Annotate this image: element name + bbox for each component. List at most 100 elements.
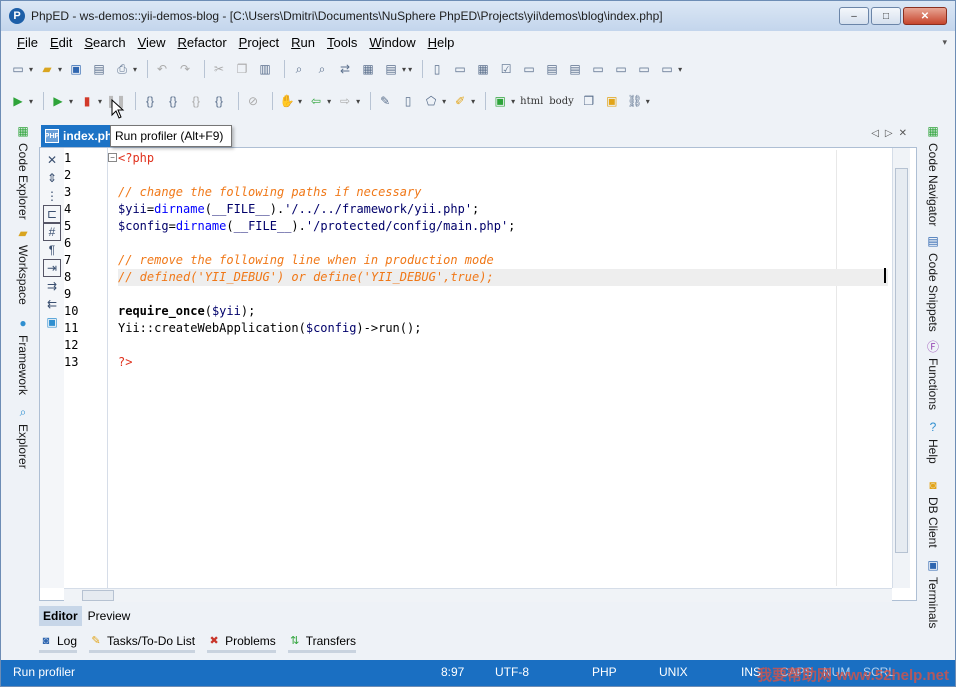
find-icon[interactable]: ⌕ xyxy=(290,60,308,78)
code-line[interactable]: // change the following paths if necessa… xyxy=(118,184,421,201)
shape-dropdown-icon[interactable]: ▾ xyxy=(442,97,446,106)
tab-functions[interactable]: Ⓕ Functions xyxy=(925,338,941,411)
display-icon[interactable]: ▣ xyxy=(43,313,61,331)
code-line[interactable]: Yii::createWebApplication($config)->run(… xyxy=(118,320,421,337)
back-arrow-icon[interactable]: ⇦ xyxy=(307,92,325,110)
step-into-icon[interactable]: {} xyxy=(141,92,159,110)
html-tag-button[interactable]: html xyxy=(520,96,543,107)
stop-icon[interactable]: ⊘ xyxy=(244,92,262,110)
toolbar-overflow-icon[interactable]: ▾ xyxy=(511,97,515,106)
html-textbox-icon[interactable]: ▭ xyxy=(612,60,630,78)
menu-file[interactable]: File xyxy=(17,35,38,50)
copy-doc-icon[interactable]: ❐ xyxy=(580,92,598,110)
tab-log[interactable]: ◙ Log xyxy=(39,634,78,653)
toolbar-overflow-icon[interactable]: ▾ xyxy=(298,97,302,106)
new-file-icon[interactable]: ▭ xyxy=(9,60,27,78)
file-tab-index-php[interactable]: PHP index.ph xyxy=(41,125,115,147)
open-dropdown-icon[interactable]: ▾ xyxy=(58,65,62,74)
tab-navigation-icons[interactable]: ◁▷✕ xyxy=(871,128,913,139)
tab-transfers[interactable]: ⇅ Transfers xyxy=(287,634,356,653)
encoding-indicator[interactable]: UTF-8 xyxy=(495,665,529,679)
cut-icon[interactable]: ✂ xyxy=(210,60,228,78)
run-icon[interactable]: ▶ xyxy=(9,92,27,110)
shape-icon[interactable]: ⬠ xyxy=(422,92,440,110)
redo-icon[interactable]: ↷ xyxy=(176,60,194,78)
menu-refactor[interactable]: Refactor xyxy=(178,35,227,50)
tab-code-explorer[interactable]: ▦ Code Explorer xyxy=(15,123,31,220)
save-all-icon[interactable]: ▤ xyxy=(90,60,108,78)
code-line[interactable]: require_once($yii); xyxy=(118,303,255,320)
fold-toggle-icon[interactable]: − xyxy=(108,153,117,162)
tab-code-snippets[interactable]: ▤ Code Snippets xyxy=(925,233,941,332)
close-button[interactable]: ✕ xyxy=(903,7,947,25)
save-icon[interactable]: ▣ xyxy=(67,60,85,78)
clipboard-icon[interactable]: ▤ xyxy=(382,60,400,78)
tab-tasks[interactable]: ✎ Tasks/To-Do List xyxy=(89,634,196,653)
bookmarks-icon[interactable]: ▦ xyxy=(359,60,377,78)
line-endings-indicator[interactable]: UNIX xyxy=(659,665,688,679)
paragraph-icon[interactable]: ¶ xyxy=(43,241,61,259)
image-icon[interactable]: ▣ xyxy=(603,92,621,110)
find-in-files-icon[interactable]: ⌕ xyxy=(313,60,331,78)
toolbar-overflow-icon[interactable]: ▾ xyxy=(408,65,412,74)
language-indicator[interactable]: PHP xyxy=(592,665,617,679)
tab-framework[interactable]: ● Framework xyxy=(15,315,31,395)
menu-project[interactable]: Project xyxy=(239,35,279,50)
maximize-button[interactable]: □ xyxy=(871,7,901,25)
menu-search[interactable]: Search xyxy=(84,35,125,50)
forward-arrow-icon[interactable]: ⇨ xyxy=(336,92,354,110)
code-line[interactable]: $yii=dirname(__FILE__).'/../../framework… xyxy=(118,201,479,218)
new-file-dropdown-icon[interactable]: ▾ xyxy=(29,65,33,74)
run-profiler-icon[interactable]: ▮ xyxy=(78,92,96,110)
code-line[interactable]: // defined('YII_DEBUG') or define('YII_D… xyxy=(118,269,888,286)
indent-icon[interactable]: ⇉ xyxy=(43,277,61,295)
html-list-icon[interactable]: ▤ xyxy=(543,60,561,78)
highlight-dropdown-icon[interactable]: ▾ xyxy=(471,97,475,106)
back-dropdown-icon[interactable]: ▾ xyxy=(327,97,331,106)
tab-editor[interactable]: Editor xyxy=(39,606,82,626)
menu-overflow-icon[interactable]: ▾ xyxy=(942,37,947,48)
undo-icon[interactable]: ↶ xyxy=(153,60,171,78)
menu-view[interactable]: View xyxy=(138,35,166,50)
tab-workspace[interactable]: ▰ Workspace xyxy=(15,225,31,305)
horizontal-scroll-thumb[interactable] xyxy=(82,590,114,601)
menu-window[interactable]: Window xyxy=(369,35,415,50)
code-editor[interactable]: ✕ ⇕ ⋮ ⊏ # ¶ ⇥ ⇉ ⇇ ▣ 1 2 3 4 5 6 7 8 9 10 11 12 13 − … xyxy=(39,147,917,602)
run-to-cursor-icon[interactable]: {} xyxy=(210,92,228,110)
run-dropdown-icon[interactable]: ▾ xyxy=(29,97,33,106)
clipboard-dropdown-icon[interactable]: ▾ xyxy=(402,65,406,74)
code-line[interactable]: ?> xyxy=(118,354,132,371)
html-form-icon[interactable]: ▤ xyxy=(566,60,584,78)
highlight-icon[interactable]: ✐ xyxy=(451,92,469,110)
tab-problems[interactable]: ✖ Problems xyxy=(207,634,276,653)
code-area[interactable]: <?php // change the following paths if ne… xyxy=(118,150,888,586)
toolbar-overflow-icon[interactable]: ▾ xyxy=(646,97,650,106)
menu-edit[interactable]: Edit xyxy=(50,35,72,50)
step-out-icon[interactable]: {} xyxy=(187,92,205,110)
menu-tools[interactable]: Tools xyxy=(327,35,357,50)
step-over-icon[interactable]: {} xyxy=(164,92,182,110)
close-editor-icon[interactable]: ✕ xyxy=(43,151,61,169)
outdent-icon[interactable]: ⇇ xyxy=(43,295,61,313)
outline-icon[interactable]: ⋮ xyxy=(43,187,61,205)
html-button-icon[interactable]: ▭ xyxy=(589,60,607,78)
body-tag-button[interactable]: body xyxy=(549,96,573,107)
profiler-dropdown-icon[interactable]: ▾ xyxy=(98,97,102,106)
tab-db-client[interactable]: ◙ DB Client xyxy=(925,477,941,548)
html-reset-icon[interactable]: ▭ xyxy=(658,60,676,78)
tab-preview[interactable]: Preview xyxy=(84,606,135,626)
html-input-icon[interactable]: ▭ xyxy=(451,60,469,78)
replace-icon[interactable]: ⇄ xyxy=(336,60,354,78)
color-palette-icon[interactable]: ▣ xyxy=(491,92,509,110)
whitespace-icon[interactable]: ⇥ xyxy=(43,259,61,277)
line-numbers-icon[interactable]: # xyxy=(43,223,61,241)
html-submit-icon[interactable]: ▭ xyxy=(635,60,653,78)
document-icon[interactable]: ▯ xyxy=(399,92,417,110)
collapse-icon[interactable]: ⇕ xyxy=(43,169,61,187)
code-line[interactable]: <?php xyxy=(118,150,154,167)
print-dropdown-icon[interactable]: ▾ xyxy=(133,65,137,74)
hand-icon[interactable]: ✋ xyxy=(278,92,296,110)
minimize-button[interactable]: – xyxy=(839,7,869,25)
code-line[interactable]: $config=dirname(__FILE__).'/protected/co… xyxy=(118,218,515,235)
tab-help[interactable]: ? Help xyxy=(925,419,941,464)
